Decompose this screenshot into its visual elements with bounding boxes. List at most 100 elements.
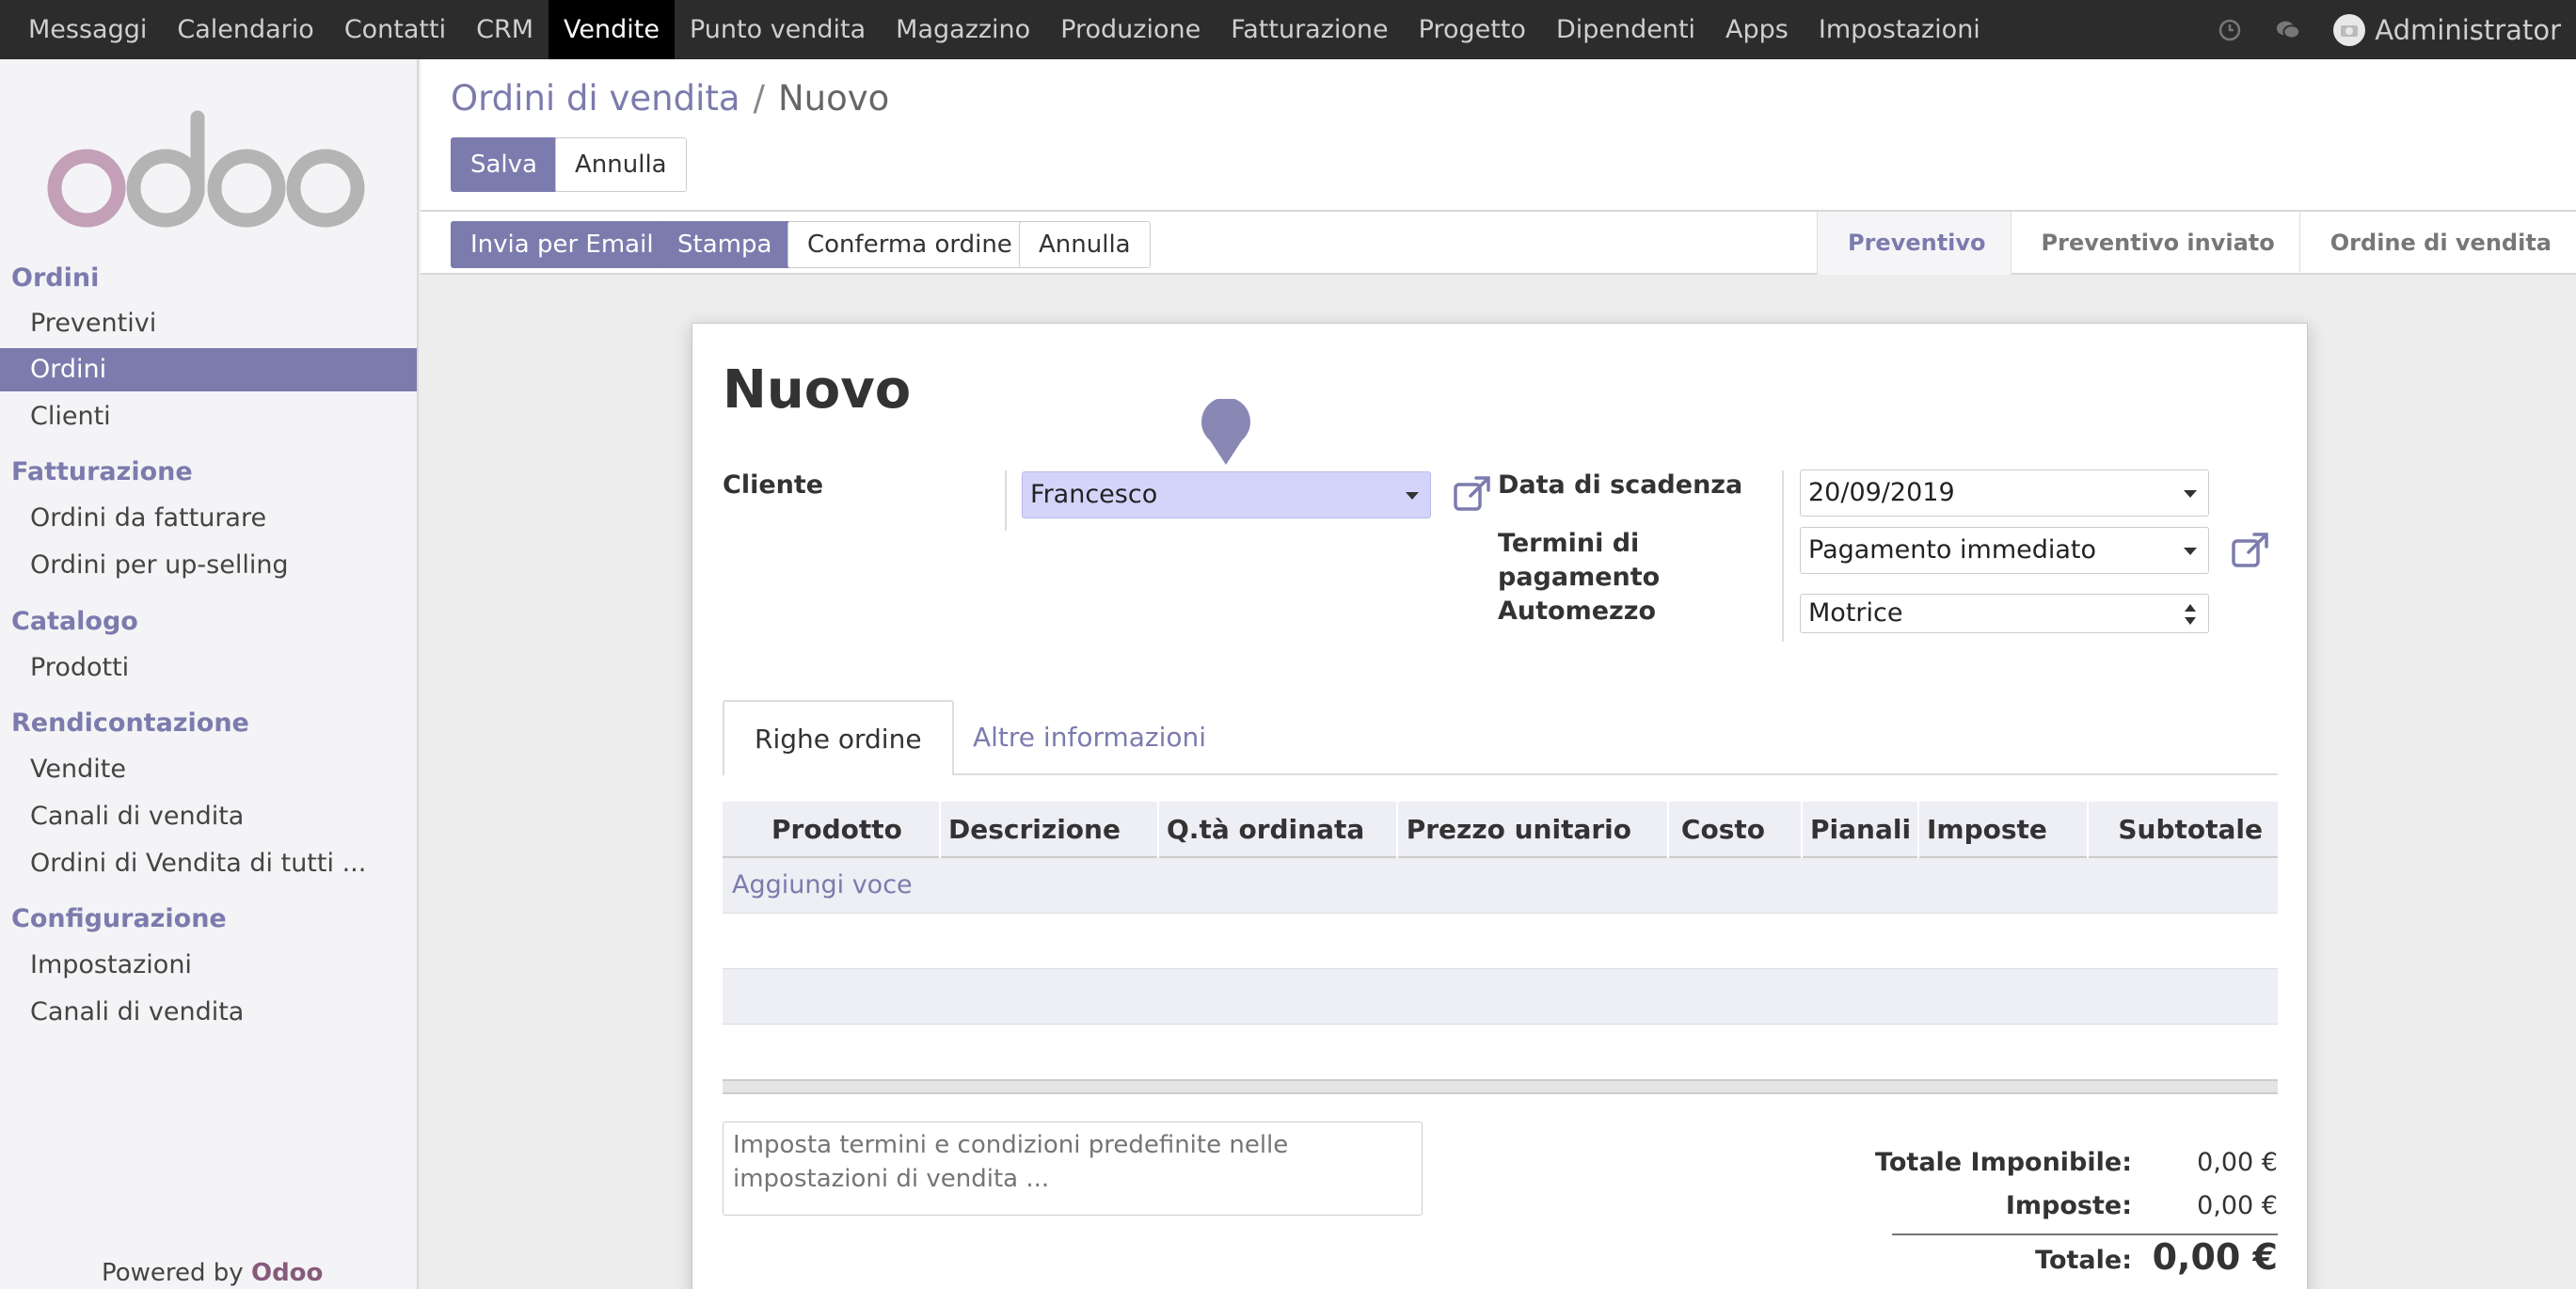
termini-pagamento-field[interactable]: Pagamento immediato [1800, 527, 2209, 574]
menu-vendite[interactable]: Vendite [549, 0, 675, 59]
menu-punto-vendita[interactable]: Punto vendita [675, 0, 881, 59]
odoo-logo[interactable] [45, 99, 365, 231]
stage-preventivo[interactable]: Preventivo [1816, 212, 2011, 275]
discard-button[interactable]: Annulla [555, 137, 687, 192]
imposte-label: Imposte: [2005, 1191, 2132, 1220]
order-lines-table: Prodotto Descrizione Q.tà ordinata Prezz… [723, 802, 2278, 1094]
external-link-icon[interactable] [2231, 531, 2270, 570]
col-costo[interactable]: Costo [1667, 802, 1801, 858]
sidebar-item-prodotti[interactable]: Prodotti [0, 646, 417, 690]
menu-fatturazione[interactable]: Fatturazione [1216, 0, 1403, 59]
form-sheet: Nuovo Cliente Francesco Data di scadenza… [692, 323, 2308, 1289]
menu-apps[interactable]: Apps [1710, 0, 1804, 59]
automezzo-label: Automezzo [1498, 597, 1656, 626]
sidebar-section-rendicontazione: Rendicontazione [11, 708, 249, 738]
col-qta-ordinata[interactable]: Q.tà ordinata [1157, 802, 1396, 858]
breadcrumb-current: Nuovo [778, 78, 890, 119]
data-scadenza-label: Data di scadenza [1498, 470, 1743, 500]
menu-dipendenti[interactable]: Dipendenti [1541, 0, 1710, 59]
menu-produzione[interactable]: Produzione [1045, 0, 1216, 59]
tab-altre-informazioni[interactable]: Altre informazioni [943, 700, 1236, 776]
tab-righe-ordine[interactable]: Righe ordine [723, 700, 954, 776]
sidebar-section-fatturazione: Fatturazione [11, 457, 193, 486]
chevron-down-icon[interactable] [2184, 490, 2197, 498]
field-divider [1005, 470, 1007, 531]
table-row: Aggiungi voce [723, 858, 2278, 914]
avatar [2333, 13, 2366, 46]
menu-impostazioni[interactable]: Impostazioni [1804, 0, 1996, 59]
menu-contatti[interactable]: Contatti [329, 0, 461, 59]
sidebar-section-catalogo: Catalogo [11, 607, 138, 636]
updown-arrows-icon [2185, 604, 2196, 625]
sidebar-item-clienti[interactable]: Clienti [0, 395, 417, 438]
cliente-label: Cliente [723, 470, 824, 500]
stage-preventivo-inviato[interactable]: Preventivo inviato [2010, 212, 2299, 275]
table-footer [723, 1079, 2278, 1094]
col-subtotale[interactable]: Subtotale [2087, 802, 2278, 858]
clock-icon[interactable] [2217, 17, 2243, 43]
send-email-button[interactable]: Invia per Email [451, 221, 674, 268]
cliente-field[interactable]: Francesco [1022, 471, 1431, 518]
totale-label: Totale: [2035, 1246, 2132, 1275]
chevron-down-icon[interactable] [1406, 492, 1419, 500]
stage-ordine-di-vendita[interactable]: Ordine di vendita [2298, 212, 2576, 275]
totals-divider [1892, 1233, 2278, 1235]
add-line-link[interactable]: Aggiungi voce [732, 858, 913, 913]
imponibile-label: Totale Imponibile: [1875, 1148, 2132, 1177]
menu-magazzino[interactable]: Magazzino [881, 0, 1045, 59]
sidebar-item-ordini[interactable]: Ordini [0, 348, 417, 391]
sidebar-item-ordini-da-fatturare[interactable]: Ordini da fatturare [0, 497, 417, 540]
sidebar-item-ordini-up-selling[interactable]: Ordini per up-selling [0, 544, 417, 587]
menu-calendario[interactable]: Calendario [162, 0, 328, 59]
sidebar-section-configurazione: Configurazione [11, 904, 227, 933]
sidebar: Ordini Preventivi Ordini Clienti Fattura… [0, 59, 419, 1289]
col-pianali[interactable]: Pianali [1801, 802, 1917, 858]
terms-note-field[interactable] [723, 1122, 1423, 1216]
sidebar-item-impostazioni[interactable]: Impostazioni [0, 944, 417, 987]
powered-prefix: Powered by [102, 1259, 244, 1287]
automezzo-select[interactable]: Motrice [1800, 594, 2209, 633]
sidebar-item-ordini-di-vendita-tutti[interactable]: Ordini di Vendita di tutti ... [0, 842, 417, 885]
termini-value: Pagamento immediato [1808, 535, 2097, 565]
tip-marker-icon[interactable] [1199, 399, 1253, 467]
data-scadenza-field[interactable]: 20/09/2019 [1800, 469, 2209, 517]
stage-pipeline: Preventivo Preventivo inviato Ordine di … [1816, 212, 2576, 275]
cancel-order-button[interactable]: Annulla [1019, 221, 1151, 268]
powered-by: Powered by Odoo [102, 1259, 323, 1287]
control-panel: Ordini di vendita / Nuovo Salva Annulla [421, 59, 2576, 212]
user-menu[interactable]: Administrator [2333, 13, 2561, 46]
breadcrumb: Ordini di vendita / Nuovo [451, 78, 889, 119]
save-button[interactable]: Salva [451, 137, 557, 192]
cliente-value: Francesco [1030, 480, 1158, 509]
col-descrizione[interactable]: Descrizione [939, 802, 1157, 858]
menu-messaggi[interactable]: Messaggi [13, 0, 162, 59]
table-header: Prodotto Descrizione Q.tà ordinata Prezz… [723, 802, 2278, 858]
sidebar-item-preventivi[interactable]: Preventivi [0, 302, 417, 345]
powered-brand-link[interactable]: Odoo [251, 1259, 323, 1287]
confirm-order-button[interactable]: Conferma ordine [787, 221, 1032, 268]
record-title: Nuovo [723, 359, 912, 421]
automezzo-value: Motrice [1808, 598, 1903, 628]
sidebar-item-canali-di-vendita[interactable]: Canali di vendita [0, 795, 417, 838]
breadcrumb-parent[interactable]: Ordini di vendita [451, 78, 740, 119]
imponibile-value: 0,00 € [2197, 1148, 2278, 1177]
termini-label: Termini di pagamento [1498, 529, 1661, 592]
notebook-tabs: Righe ordine Altre informazioni [723, 700, 2278, 776]
col-prezzo-unitario[interactable]: Prezzo unitario [1396, 802, 1667, 858]
table-row [723, 969, 2278, 1025]
print-button[interactable]: Stampa [658, 221, 792, 268]
menu-crm[interactable]: CRM [461, 0, 549, 59]
chat-icon[interactable] [2275, 17, 2301, 43]
imposte-value: 0,00 € [2197, 1191, 2278, 1220]
totale-value: 0,00 € [2152, 1236, 2278, 1278]
systray: Administrator [2217, 0, 2561, 59]
sidebar-item-canali-di-vendita-config[interactable]: Canali di vendita [0, 991, 417, 1034]
col-prodotto[interactable]: Prodotto [764, 802, 939, 858]
menu-progetto[interactable]: Progetto [1404, 0, 1541, 59]
sidebar-item-vendite[interactable]: Vendite [0, 748, 417, 791]
external-link-icon[interactable] [1453, 474, 1492, 514]
statusbar: Invia per Email Stampa Conferma ordine A… [421, 212, 2576, 275]
field-divider [1782, 470, 1784, 642]
chevron-down-icon[interactable] [2184, 548, 2197, 555]
col-imposte[interactable]: Imposte [1917, 802, 2087, 858]
